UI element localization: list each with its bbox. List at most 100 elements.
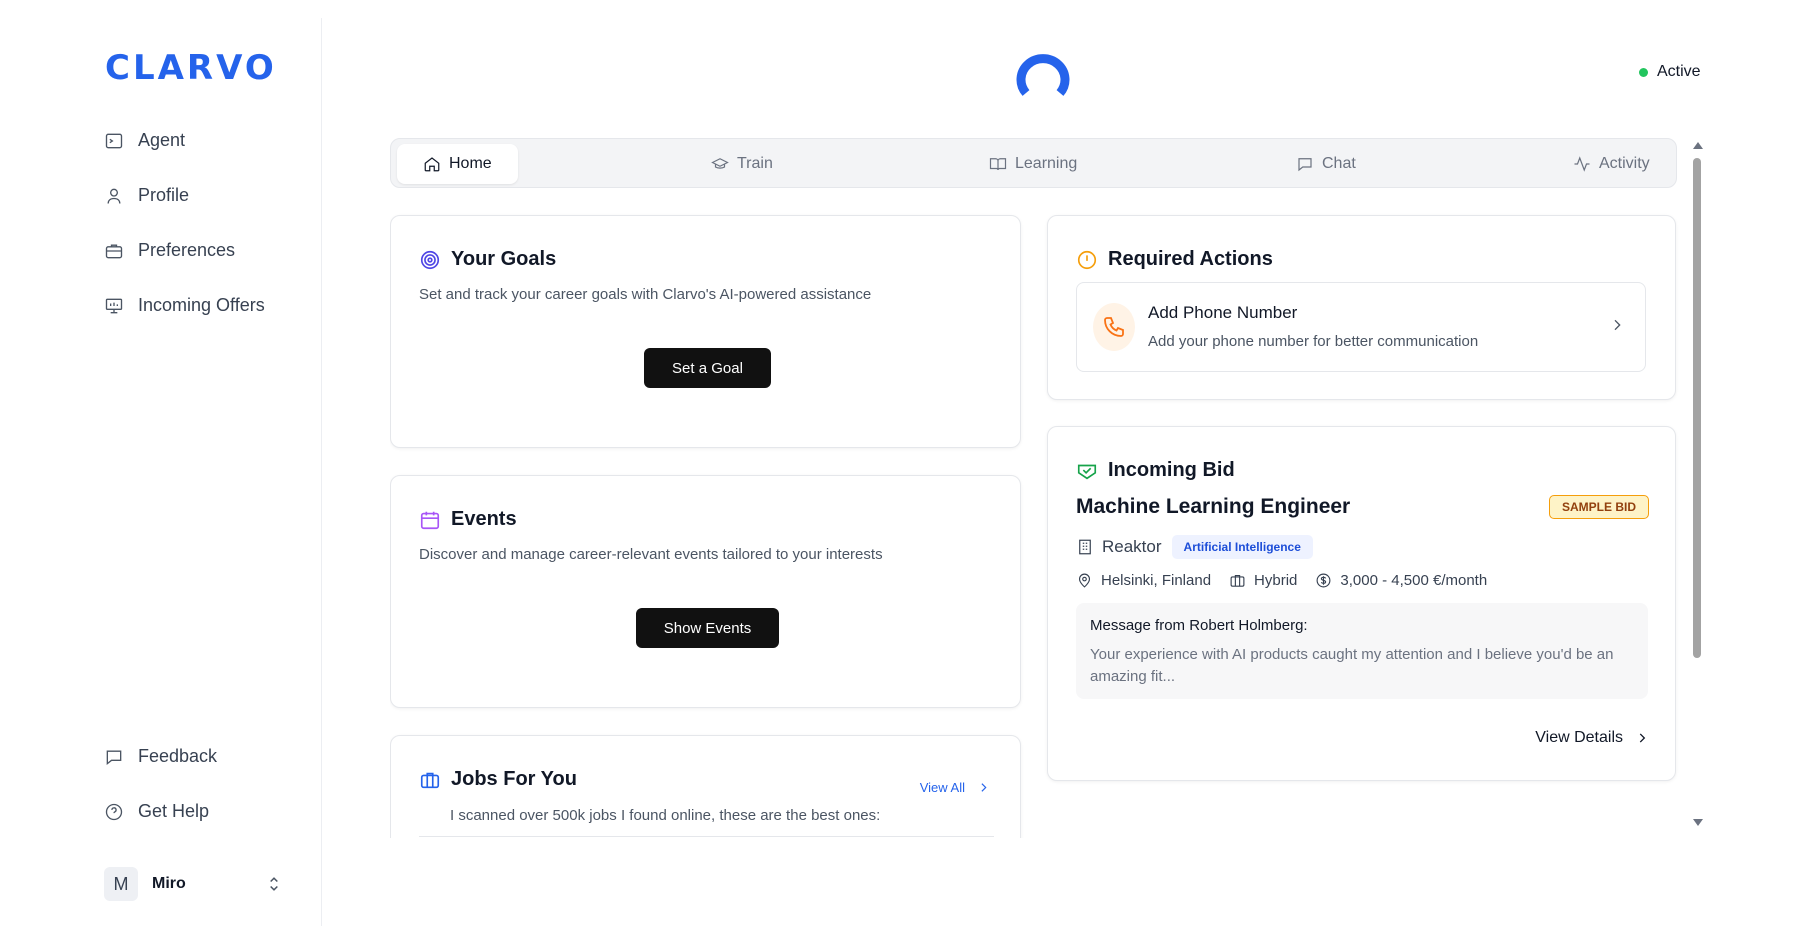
tab-train[interactable]: Train	[711, 144, 773, 184]
building-icon	[1079, 539, 1091, 555]
view-details-link[interactable]: View Details	[1535, 729, 1649, 747]
terminal-icon	[105, 133, 123, 148]
sidebar-item-label: Preferences	[138, 240, 236, 260]
jobs-card: Jobs For You View All I scanned over 500…	[390, 735, 1021, 838]
view-details-label: View Details	[1535, 729, 1623, 746]
jobs-title-text: Jobs For You	[451, 768, 577, 790]
sidebar-item-incoming-offers[interactable]: Incoming Offers	[104, 295, 265, 316]
divider	[419, 836, 994, 837]
graduation-cap-icon	[711, 158, 729, 169]
briefcase-icon	[420, 772, 440, 788]
sidebar-item-label: Incoming Offers	[138, 295, 265, 315]
sample-bid-badge: SAMPLE BID	[1548, 495, 1649, 519]
bid-meta-row: Helsinki, Finland Hybrid 3,000 - 4,500 €…	[1076, 572, 1505, 589]
phone-icon	[1104, 317, 1124, 337]
company-row: Reaktor Artificial Intelligence	[1076, 535, 1313, 559]
goals-card: Your Goals Set and track your career goa…	[390, 215, 1021, 448]
phone-icon-wrapper	[1093, 303, 1135, 351]
sidebar-item-preferences[interactable]: Preferences	[104, 240, 235, 261]
sidebar-item-agent[interactable]: Agent	[104, 130, 185, 151]
message-from: Message from Robert Holmberg:	[1090, 617, 1308, 634]
set-goal-button[interactable]: Set a Goal	[644, 348, 771, 388]
tab-label: Train	[737, 155, 773, 172]
chevron-right-icon	[1639, 733, 1646, 743]
dollar-circle-icon	[1316, 573, 1331, 588]
goals-title-text: Your Goals	[451, 248, 557, 270]
book-open-icon	[989, 158, 1007, 171]
chevron-right-icon	[1614, 319, 1621, 331]
briefcase-icon	[105, 244, 123, 258]
jobs-description: I scanned over 500k jobs I found online,…	[450, 807, 881, 824]
category-badge: Artificial Intelligence	[1171, 535, 1313, 559]
tab-label: Learning	[1015, 155, 1078, 172]
tab-label: Activity	[1599, 155, 1650, 172]
incoming-bid-card: Incoming Bid Machine Learning Engineer S…	[1047, 426, 1676, 781]
user-name: Miro	[152, 875, 186, 892]
scrollbar[interactable]	[1690, 140, 1704, 830]
required-actions-title: Required Actions	[1076, 248, 1273, 271]
action-subtitle: Add your phone number for better communi…	[1148, 333, 1479, 350]
alert-circle-icon	[1077, 250, 1097, 269]
incoming-bid-title-text: Incoming Bid	[1108, 459, 1235, 481]
status-label: Active	[1657, 63, 1701, 80]
presentation-icon	[105, 298, 123, 313]
sidebar-item-label: Agent	[138, 130, 186, 150]
events-title: Events	[419, 508, 517, 531]
view-all-label: View All	[919, 780, 965, 795]
status-dot	[1639, 67, 1648, 77]
goals-title: Your Goals	[419, 248, 556, 271]
message-square-icon	[106, 750, 122, 765]
action-title: Add Phone Number	[1148, 303, 1298, 322]
events-title-text: Events	[451, 508, 517, 530]
tab-bar: Home Train Learning Chat Activity	[390, 138, 1677, 188]
tab-chat[interactable]: Chat	[1296, 144, 1356, 184]
status-indicator: Active	[1639, 63, 1701, 81]
clarvo-brand-icon	[1016, 54, 1070, 96]
company-name: Reaktor	[1102, 537, 1162, 556]
sidebar-item-feedback[interactable]: Feedback	[104, 746, 217, 767]
sidebar-item-profile[interactable]: Profile	[104, 185, 189, 206]
salary-text: 3,000 - 4,500 €/month	[1340, 572, 1488, 589]
tab-label: Chat	[1322, 155, 1356, 172]
message-body: Your experience with AI products caught …	[1090, 646, 1614, 685]
tab-learning[interactable]: Learning	[989, 144, 1077, 184]
handshake-icon	[1077, 464, 1097, 479]
help-circle-icon	[105, 803, 123, 820]
action-item-add-phone[interactable]: Add Phone Number Add your phone number f…	[1076, 282, 1646, 372]
chevron-right-icon	[981, 783, 987, 792]
show-events-button[interactable]: Show Events	[636, 608, 779, 648]
events-description: Discover and manage career-relevant even…	[419, 546, 883, 563]
location-meta: Helsinki, Finland	[1076, 572, 1211, 589]
avatar: M	[104, 867, 138, 901]
required-actions-card: Required Actions Add Phone Number Add yo…	[1047, 215, 1676, 400]
scroll-down-arrow[interactable]	[1693, 819, 1703, 826]
scroll-thumb[interactable]	[1693, 158, 1701, 658]
clarvo-logo[interactable]: CLARVO	[105, 48, 277, 88]
chevrons-up-down-icon	[270, 877, 278, 891]
main-content[interactable]: Your Goals Set and track your career goa…	[390, 210, 1680, 838]
sidebar-item-label: Get Help	[138, 801, 210, 821]
jobs-title: Jobs For You	[419, 768, 577, 791]
work-mode-meta: Hybrid	[1229, 572, 1297, 589]
sidebar-item-label: Profile	[138, 185, 190, 205]
location-text: Helsinki, Finland	[1101, 572, 1212, 589]
user-menu[interactable]: M Miro	[104, 866, 284, 902]
sidebar-item-label: Feedback	[138, 746, 218, 766]
tab-activity[interactable]: Activity	[1573, 144, 1650, 184]
calendar-icon	[420, 511, 440, 529]
map-pin-icon	[1078, 573, 1091, 588]
view-all-jobs-link[interactable]: View All	[920, 780, 990, 795]
salary-meta: 3,000 - 4,500 €/month	[1315, 572, 1487, 589]
briefcase-icon	[1230, 574, 1245, 587]
chat-icon	[1298, 158, 1312, 172]
sidebar-item-get-help[interactable]: Get Help	[104, 801, 209, 822]
work-mode-text: Hybrid	[1254, 572, 1298, 589]
home-icon	[424, 157, 440, 172]
activity-icon	[1574, 156, 1590, 172]
scroll-up-arrow[interactable]	[1693, 142, 1703, 149]
goals-description: Set and track your career goals with Cla…	[419, 286, 872, 303]
tab-label: Home	[449, 155, 492, 172]
tab-home[interactable]: Home	[397, 144, 518, 184]
required-actions-title-text: Required Actions	[1108, 248, 1273, 270]
bid-message: Message from Robert Holmberg: Your exper…	[1076, 603, 1648, 699]
